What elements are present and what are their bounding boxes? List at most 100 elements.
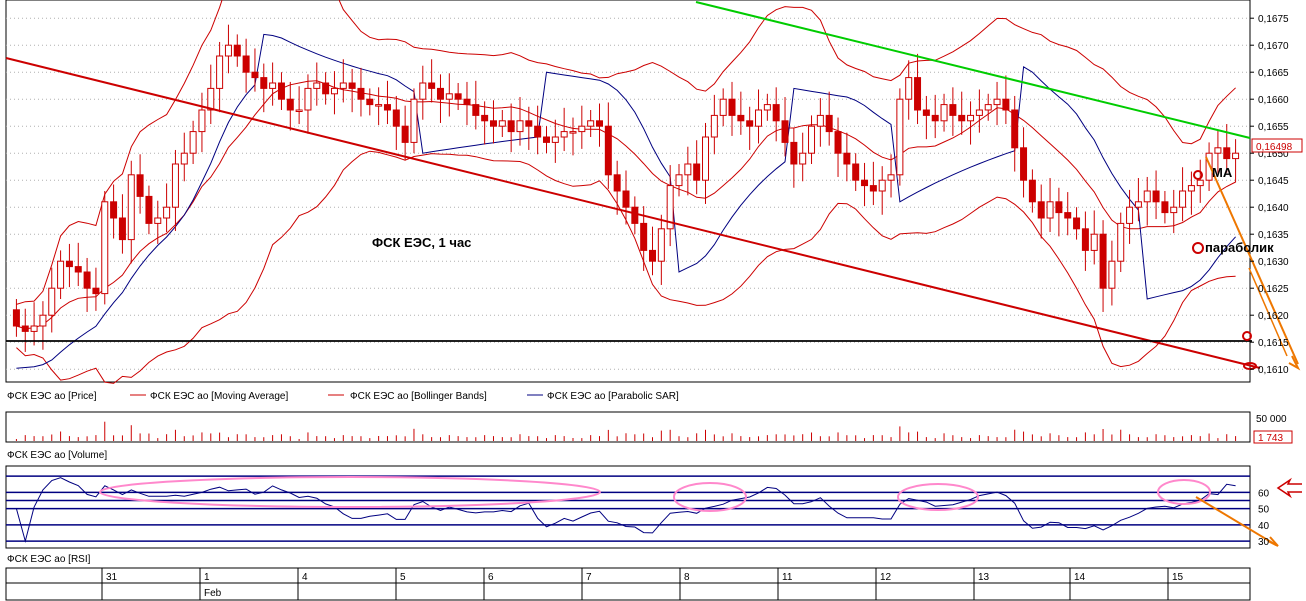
candle-body-up <box>224 44 232 57</box>
candle-body-down <box>118 217 126 241</box>
candle-body-up <box>101 201 109 295</box>
candle-body-down <box>436 87 444 100</box>
price-tick-label: 0,1635 <box>1258 230 1289 241</box>
candle-body-up <box>975 109 983 116</box>
price-tick-label: 0,1655 <box>1258 122 1289 133</box>
candle-body-up <box>551 136 559 143</box>
candle-body-up <box>516 120 524 133</box>
candle-body-up <box>1117 222 1125 262</box>
candle-body-up <box>295 109 303 112</box>
candle-body-down <box>1073 217 1081 230</box>
candle-body-down <box>489 120 497 127</box>
price-tick-label: 0,1645 <box>1258 176 1289 187</box>
time-tick-label: 11 <box>782 572 793 583</box>
candle-body-down <box>949 104 957 116</box>
candle-body-up <box>163 206 171 219</box>
candle-body-down <box>834 131 842 154</box>
time-tick-label: 31 <box>106 572 118 583</box>
candle-body-up <box>171 163 179 208</box>
candle-body-up <box>1214 147 1222 154</box>
candle-body-down <box>922 109 930 116</box>
candle-body-down <box>640 222 648 251</box>
chart-title: ФСК ЕЭС, 1 час <box>372 235 471 250</box>
candle-body-up <box>39 314 47 327</box>
candle-body-up <box>896 98 904 176</box>
candle-body-up <box>304 87 312 111</box>
volume-panel <box>5 411 1251 443</box>
candle-body-up <box>1143 190 1151 203</box>
candle-body-up <box>710 114 718 138</box>
candle-body-down <box>21 325 29 332</box>
price-chart: MA параболик ФСК ЕЭС, 1 час 0,1675 0,1670… <box>5 0 1303 601</box>
candle-body-up <box>198 109 206 133</box>
candle-body-down <box>790 141 798 165</box>
price-tick-label: 0,1670 <box>1258 41 1289 52</box>
time-tick-label: 7 <box>586 572 592 583</box>
candle-body-up <box>1126 206 1134 224</box>
candle-body-up <box>675 174 683 187</box>
price-tick-label: 0,1640 <box>1258 203 1289 214</box>
candle-body-up <box>498 120 506 127</box>
candle-body-down <box>958 114 966 122</box>
legend-sar: ФСК ЕЭС ао [Parabolic SAR] <box>547 391 679 402</box>
price-tick-label: 0,1675 <box>1258 14 1289 25</box>
candle-body-up <box>587 120 595 127</box>
candle-body-up <box>189 131 197 154</box>
rsi-panel-label: ФСК ЕЭС ао [RSI] <box>7 554 91 565</box>
candle-body-up <box>127 174 135 241</box>
legend-bb: ФСК ЕЭС ао [Bollinger Bands] <box>350 391 487 402</box>
candle-body-up <box>878 179 886 192</box>
legend: ФСК ЕЭС ао [Price] ФСК ЕЭС ао [Moving Av… <box>7 391 679 402</box>
candle-body-down <box>136 174 144 197</box>
candle-body-down <box>1002 98 1010 111</box>
candle-body-down <box>366 98 374 106</box>
candle-body-up <box>1179 190 1187 208</box>
candle-body-down <box>1037 201 1045 219</box>
candle-body-down <box>286 98 294 111</box>
candle-body-down <box>622 190 630 208</box>
candle-body-down <box>322 82 330 95</box>
rsi-panel <box>5 465 1251 549</box>
rsi-tick-label: 50 <box>1258 505 1270 516</box>
candle-body-up <box>419 82 427 100</box>
candle-body-down <box>595 120 603 127</box>
candle-body-down <box>260 77 268 89</box>
candle-body-up <box>816 114 824 127</box>
candle-body-up <box>1170 206 1178 214</box>
candle-body-down <box>1161 201 1169 214</box>
ma-annotation: MA <box>1212 165 1233 180</box>
candle-body-down <box>843 152 851 165</box>
candle-body-down <box>110 201 118 219</box>
volume-current-label: 1 743 <box>1258 433 1283 444</box>
candle-body-down <box>428 82 436 89</box>
legend-price: ФСК ЕЭС ао [Price] <box>7 391 97 402</box>
candle-body-up <box>1108 260 1116 289</box>
candle-body-up <box>410 98 418 143</box>
candle-body-down <box>1020 147 1028 181</box>
candle-body-down <box>852 163 860 181</box>
candle-body-up <box>330 87 338 95</box>
candle-body-down <box>507 120 515 133</box>
price-axis: 0,16750,16700,16650,16600,16550,16500,16… <box>1250 14 1289 376</box>
price-tick-label: 0,1665 <box>1258 68 1289 79</box>
candle-body-up <box>799 152 807 165</box>
candle-body-up <box>702 136 710 181</box>
candle-body-down <box>277 82 285 100</box>
volume-max-label: 50 000 <box>1256 414 1287 425</box>
candle-body-up <box>30 325 38 332</box>
candle-body-down <box>914 77 922 111</box>
sar-annotation: параболик <box>1205 240 1274 255</box>
candle-body-up <box>154 217 162 224</box>
candle-body-up <box>180 152 188 165</box>
candle-body-down <box>1099 233 1107 289</box>
rsi-tick-label: 40 <box>1258 521 1270 532</box>
price-tick-label: 0,1610 <box>1258 365 1289 376</box>
candle-body-up <box>967 114 975 122</box>
time-tick-label: 6 <box>488 572 494 583</box>
time-tick-label: 8 <box>684 572 690 583</box>
candle-body-down <box>1152 190 1160 203</box>
candle-body-down <box>481 114 489 122</box>
candle-body-down <box>392 109 400 127</box>
candle-body-down <box>728 98 736 116</box>
price-tick-label: 0,1615 <box>1258 338 1289 349</box>
